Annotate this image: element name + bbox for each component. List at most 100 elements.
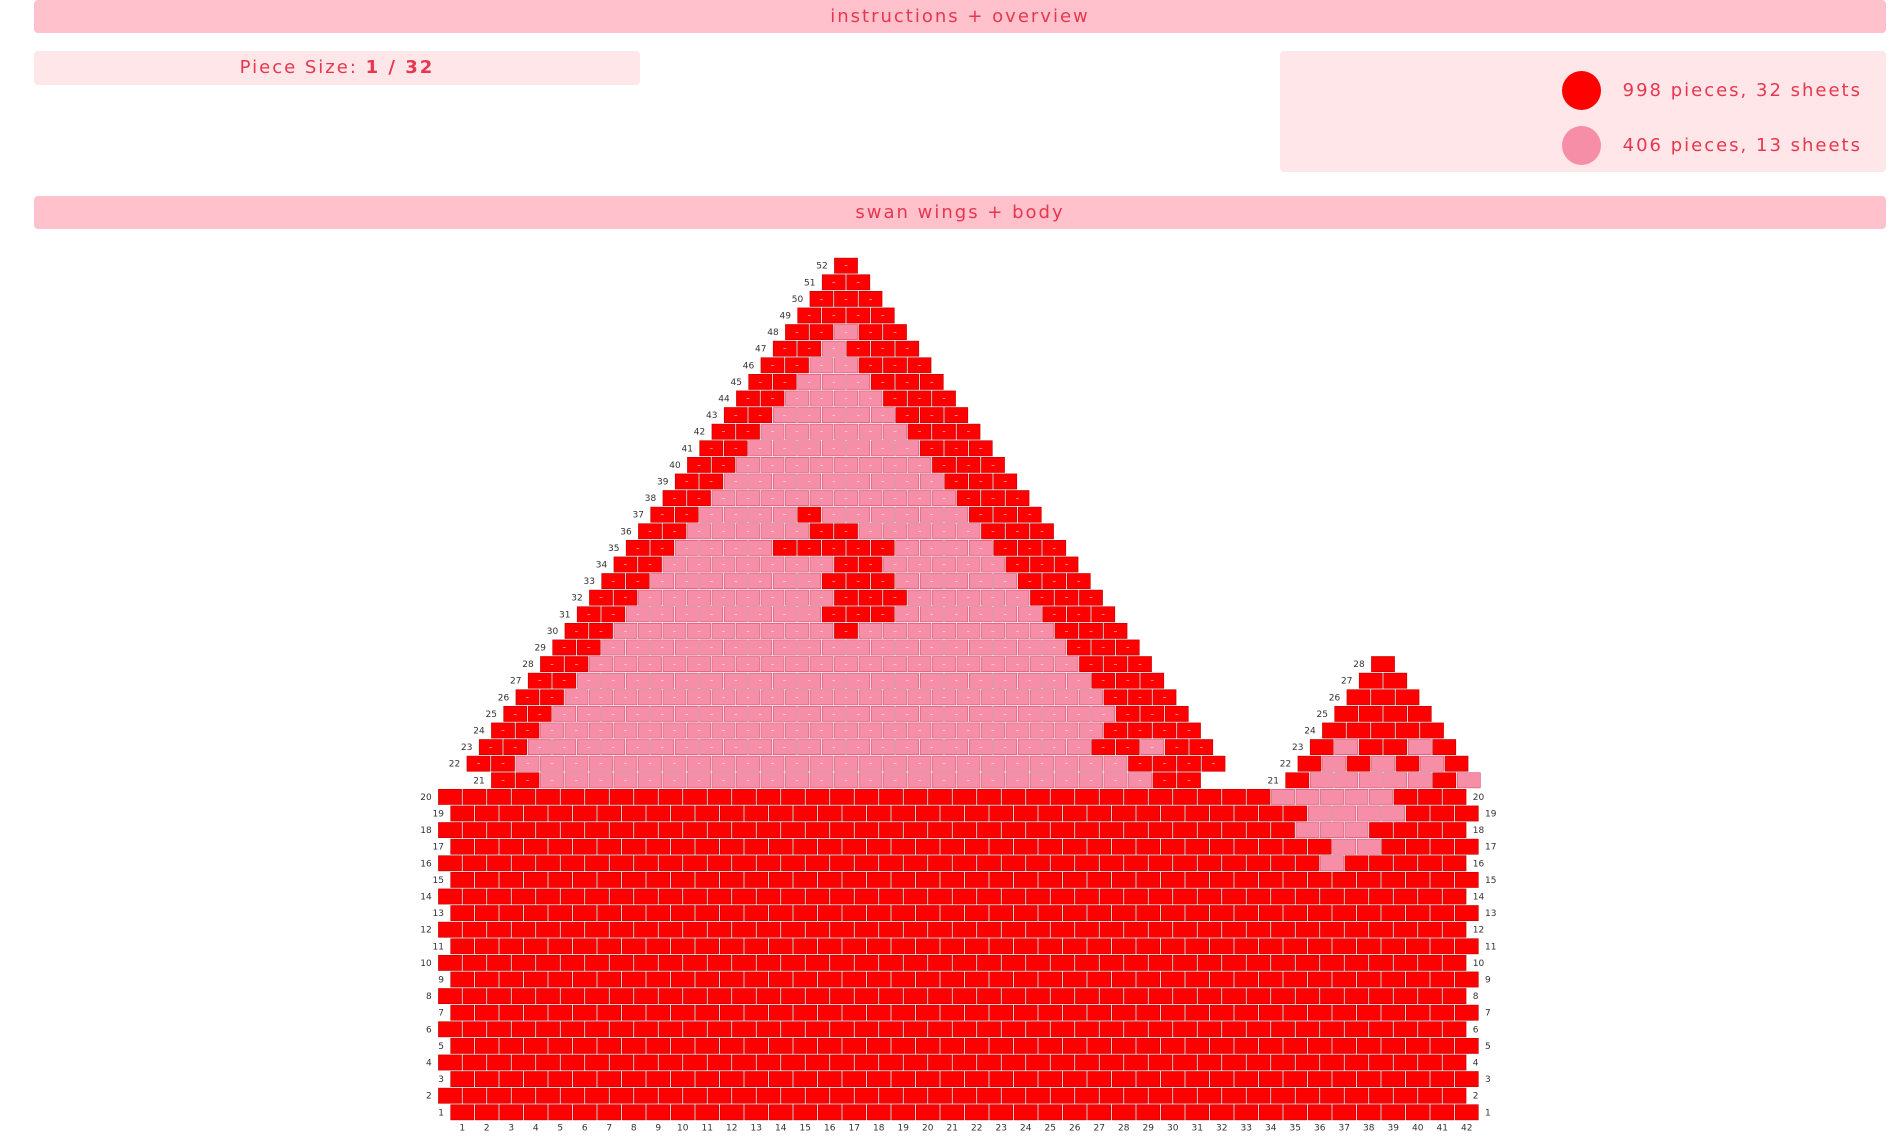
bead — [1381, 905, 1406, 921]
bead — [1038, 838, 1063, 855]
row-number-left: 27 — [510, 677, 521, 687]
bead — [487, 1054, 511, 1071]
bead — [1430, 838, 1455, 855]
bead — [744, 838, 769, 855]
bead — [609, 1021, 634, 1038]
bead — [952, 1087, 977, 1104]
bead — [670, 838, 695, 855]
bead — [1344, 1021, 1369, 1038]
bead-marker: – — [1126, 743, 1130, 751]
bead — [842, 1104, 867, 1121]
bead-marker: – — [612, 610, 616, 618]
bead-marker: – — [697, 494, 701, 502]
row-number-right: 12 — [1473, 926, 1484, 936]
bead-marker: – — [942, 693, 946, 701]
bead — [695, 838, 720, 855]
bead-marker: – — [783, 710, 787, 718]
bead — [732, 855, 756, 872]
bead — [891, 905, 916, 921]
bead — [670, 1037, 695, 1054]
bead — [915, 905, 940, 921]
bead-marker: – — [759, 610, 763, 618]
row-number-left: 13 — [433, 909, 444, 919]
bead — [1099, 788, 1124, 805]
bead-marker: – — [1114, 760, 1118, 768]
row-number-left: 28 — [1353, 660, 1365, 670]
bead-marker: – — [710, 444, 714, 452]
bead — [597, 838, 622, 855]
bead-marker: – — [869, 627, 873, 635]
bead — [609, 822, 634, 838]
bead — [1258, 1037, 1283, 1054]
bead — [915, 1104, 940, 1121]
bead — [695, 871, 720, 888]
bead — [854, 788, 879, 805]
section-header-swan-wings-body[interactable]: swan wings + body — [34, 196, 1886, 229]
bead-marker: – — [820, 760, 824, 768]
bead — [805, 1087, 830, 1104]
instructions-overview-toggle[interactable]: instructions + overview — [34, 0, 1886, 33]
row-number-left: 28 — [522, 660, 534, 670]
column-number: 26 — [1069, 1124, 1081, 1134]
bead — [1197, 855, 1222, 872]
bead — [707, 1021, 732, 1038]
bead-marker: – — [906, 610, 910, 618]
bead-marker: – — [942, 660, 946, 668]
bead — [1148, 1021, 1173, 1038]
bead — [499, 871, 524, 888]
row-number-right: 16 — [1473, 859, 1485, 869]
bead — [523, 805, 548, 822]
bead-marker: – — [869, 594, 873, 602]
bead — [1209, 838, 1234, 855]
bead — [1369, 855, 1393, 872]
bead — [609, 1054, 634, 1071]
bead — [621, 971, 646, 988]
bead — [805, 988, 830, 1004]
bead-marker: – — [857, 478, 861, 486]
bead-marker: – — [1102, 710, 1106, 718]
bead-marker: – — [795, 594, 799, 602]
bead — [585, 1021, 609, 1038]
bead — [756, 1054, 781, 1071]
bead — [1087, 1037, 1112, 1054]
bead-marker: – — [587, 610, 591, 618]
bead — [474, 938, 499, 955]
bead-marker: – — [1077, 610, 1081, 618]
bead — [646, 1104, 671, 1121]
bead — [817, 1104, 842, 1121]
bead — [940, 905, 965, 921]
row-number-left: 26 — [498, 693, 510, 703]
bead-marker: – — [1028, 577, 1032, 585]
bead — [560, 921, 585, 938]
bead — [1234, 971, 1259, 988]
bead — [891, 938, 916, 955]
bead — [450, 1071, 475, 1087]
bead — [952, 921, 977, 938]
bead — [560, 822, 585, 838]
bead — [1393, 1054, 1418, 1071]
bead-marker: – — [991, 561, 995, 569]
bead-marker: – — [1102, 743, 1106, 751]
bead-marker: – — [1077, 710, 1081, 718]
bead — [928, 855, 952, 872]
bead — [1075, 1054, 1099, 1071]
bead — [1062, 871, 1087, 888]
row-number-left: 26 — [1329, 693, 1341, 703]
bead — [915, 1071, 940, 1087]
bead — [928, 788, 952, 805]
bead — [536, 921, 560, 938]
bead — [756, 954, 781, 971]
bead-marker: – — [746, 776, 750, 784]
bead — [1381, 1004, 1406, 1021]
bead — [1099, 1087, 1124, 1104]
bead — [1430, 871, 1455, 888]
bead-marker: – — [918, 727, 922, 735]
column-number: 39 — [1388, 1124, 1400, 1134]
bead — [817, 1071, 842, 1087]
row-number-left: 18 — [420, 826, 432, 836]
row-number-right: 7 — [1485, 1009, 1491, 1019]
bead-marker: – — [599, 594, 603, 602]
bead-marker: – — [1065, 693, 1069, 701]
bead — [903, 888, 928, 905]
bead — [732, 954, 756, 971]
